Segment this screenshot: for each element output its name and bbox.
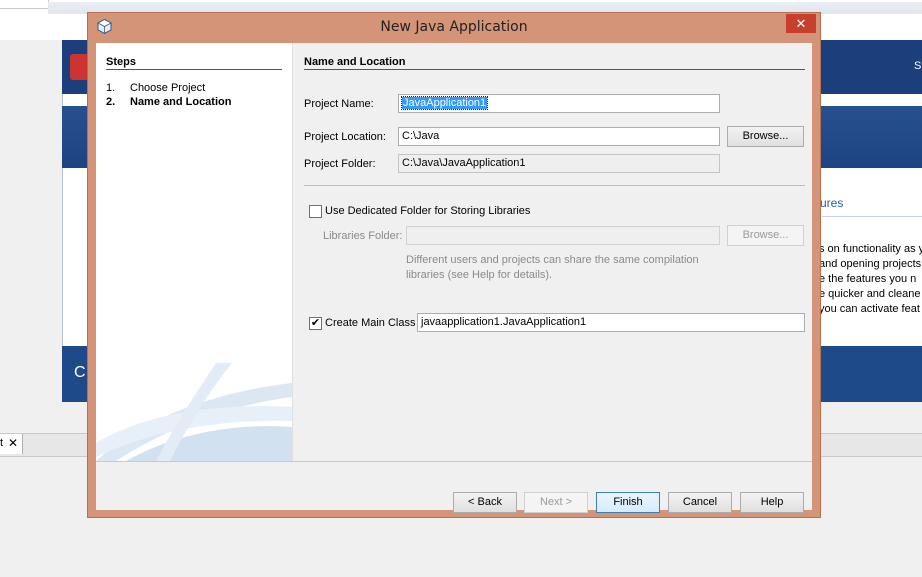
- tab-close-icon[interactable]: ✕: [8, 436, 18, 450]
- new-java-application-dialog: New Java Application ✕ Steps 1. Choose Pr…: [87, 12, 821, 518]
- start-page-footer-text: C: [74, 364, 86, 381]
- start-page-description: s on functionality as y and opening proj…: [819, 242, 922, 317]
- decorative-swoosh: [96, 363, 292, 461]
- section-separator: [304, 185, 805, 186]
- step-choose-project: 1. Choose Project: [106, 82, 205, 94]
- start-page-line: s on functionality as y: [819, 243, 922, 255]
- libraries-folder-input[interactable]: [406, 226, 720, 245]
- editor-tab-label: t: [0, 437, 4, 449]
- finish-button[interactable]: Finish: [596, 492, 660, 513]
- start-page-line: e quicker and cleane: [819, 288, 921, 300]
- browse-libraries-button[interactable]: Browse...: [727, 225, 804, 246]
- steps-divider: [106, 69, 282, 70]
- steps-title: Steps: [106, 56, 136, 68]
- cancel-button[interactable]: Cancel: [668, 492, 732, 513]
- start-page-header-text: S: [914, 60, 922, 72]
- libraries-folder-label: Libraries Folder:: [323, 230, 403, 242]
- dialog-client-area: Steps 1. Choose Project 2. Name and Locati…: [96, 43, 812, 513]
- close-icon: ✕: [795, 16, 807, 31]
- checkmark-icon: ✔: [310, 317, 321, 329]
- start-page-link[interactable]: ures: [820, 196, 843, 210]
- dialog-title-bar[interactable]: New Java Application ✕: [88, 13, 820, 41]
- dedicated-folder-checkbox[interactable]: [309, 205, 322, 218]
- dialog-title: New Java Application: [380, 19, 528, 35]
- start-page-line: you can activate feat: [819, 303, 920, 315]
- step-number: 1.: [106, 82, 116, 94]
- back-button[interactable]: < Back: [453, 492, 517, 513]
- step-name-and-location: 2. Name and Location: [106, 96, 231, 108]
- steps-pane: Steps 1. Choose Project 2. Name and Locati…: [96, 43, 293, 461]
- start-page-divider: [822, 216, 922, 217]
- step-label: Choose Project: [130, 82, 206, 94]
- browse-location-button[interactable]: Browse...: [727, 126, 804, 147]
- libraries-help-line-2: libraries (see Help for details).: [406, 269, 553, 281]
- start-page-line: e the features you n: [819, 273, 917, 285]
- project-location-label: Project Location:: [304, 131, 386, 143]
- project-folder-field: C:\Java\JavaApplication1: [398, 154, 720, 173]
- create-main-class-checkbox[interactable]: ✔: [309, 317, 322, 330]
- ide-toolbar-fragment: [0, 0, 49, 9]
- step-number: 2.: [106, 96, 116, 108]
- next-button[interactable]: Next >: [524, 492, 588, 513]
- project-name-label: Project Name:: [304, 98, 374, 110]
- project-location-input[interactable]: C:\Java: [398, 127, 720, 146]
- start-page-line: and opening projects: [819, 258, 922, 270]
- button-bar-separator: [96, 461, 812, 462]
- close-button[interactable]: ✕: [786, 14, 816, 33]
- help-button[interactable]: Help: [740, 492, 804, 513]
- main-class-input[interactable]: javaapplication1.JavaApplication1: [417, 313, 805, 332]
- create-main-class-label[interactable]: Create Main Class: [325, 317, 415, 329]
- project-name-value: JavaApplication1: [400, 96, 489, 110]
- step-label: Name and Location: [130, 96, 232, 108]
- libraries-help-line-1: Different users and projects can share t…: [406, 254, 699, 266]
- project-folder-label: Project Folder:: [304, 158, 376, 170]
- dedicated-folder-label[interactable]: Use Dedicated Folder for Storing Librari…: [325, 205, 530, 217]
- panel-divider: [304, 69, 805, 70]
- project-name-input[interactable]: JavaApplication1: [398, 94, 720, 113]
- panel-title: Name and Location: [304, 56, 406, 68]
